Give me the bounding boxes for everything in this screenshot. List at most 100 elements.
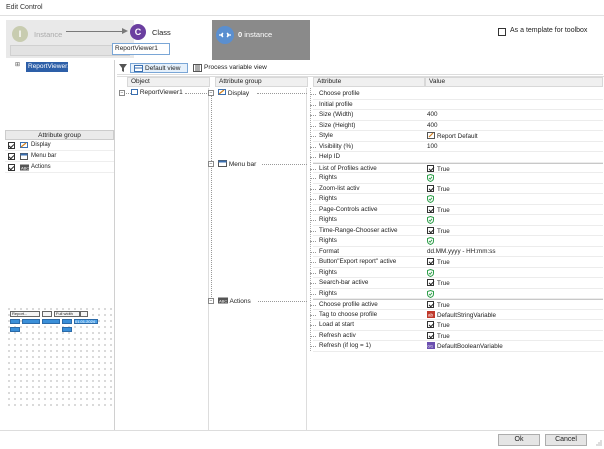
group-menubar-expander-icon[interactable]: − bbox=[208, 161, 214, 167]
group-display-expander-icon[interactable]: − bbox=[208, 90, 214, 96]
attribute-group-item-actions[interactable]: ABC Actions bbox=[5, 163, 114, 173]
attribute-row[interactable]: Size (Height) 400 bbox=[310, 121, 603, 131]
attribute-value[interactable] bbox=[427, 268, 434, 278]
display-icon bbox=[20, 142, 28, 149]
attribute-name: Rights bbox=[319, 237, 337, 244]
attribute-row[interactable]: Style Report Default bbox=[310, 131, 603, 142]
value-checkbox[interactable] bbox=[427, 164, 434, 172]
attribute-value[interactable] bbox=[427, 289, 434, 299]
attribute-row[interactable]: Rights bbox=[310, 173, 603, 184]
value-checkbox[interactable] bbox=[427, 321, 434, 328]
group-node-menubar[interactable]: Menu bar bbox=[218, 160, 256, 168]
attribute-value[interactable]: 400 bbox=[427, 122, 438, 129]
attribute-row[interactable]: Rights bbox=[310, 215, 603, 226]
cancel-button[interactable]: Cancel bbox=[545, 434, 587, 446]
column-header-object[interactable]: Object bbox=[127, 77, 210, 87]
attribute-group-item-menubar[interactable]: Menu bar bbox=[5, 152, 114, 162]
attribute-row[interactable]: Search-bar active True bbox=[310, 278, 603, 289]
object-node[interactable]: ReportViewer1 bbox=[131, 89, 183, 96]
attribute-row[interactable]: Tag to choose profile ab DefaultStringVari… bbox=[310, 310, 603, 320]
rights-shield-icon[interactable] bbox=[427, 216, 434, 224]
tree-item-selected[interactable]: ReportViewer1 bbox=[26, 62, 71, 72]
svg-text:0/1: 0/1 bbox=[428, 344, 434, 349]
attribute-row[interactable]: Zoom-list activ True bbox=[310, 184, 603, 194]
attribute-row[interactable]: Help ID bbox=[310, 152, 603, 163]
attribute-value[interactable]: True bbox=[427, 226, 450, 235]
group-node-display[interactable]: Display bbox=[218, 89, 249, 97]
display-checkbox[interactable] bbox=[8, 142, 15, 149]
attribute-value[interactable]: 0/1 DefaultBooleanVariable bbox=[427, 342, 503, 350]
wizard-step-count-instance[interactable]: 0 instance bbox=[212, 20, 310, 60]
attribute-row[interactable]: Choose profile active True bbox=[310, 299, 603, 310]
attribute-row[interactable]: List of Profiles active True bbox=[310, 162, 603, 173]
attribute-value[interactable]: 100 bbox=[427, 143, 438, 150]
ok-button[interactable]: Ok bbox=[498, 434, 540, 446]
attribute-row[interactable]: Button"Export report" active True bbox=[310, 257, 603, 268]
attribute-row[interactable]: Rights bbox=[310, 289, 603, 299]
group-actions-expander-icon[interactable]: − bbox=[208, 298, 214, 304]
class-name-input[interactable]: ReportViewer1 bbox=[112, 43, 170, 55]
tree-expander-icon[interactable]: ⊞ bbox=[15, 61, 20, 68]
column-header-attribute[interactable]: Attribute bbox=[313, 77, 425, 87]
attribute-value[interactable]: True bbox=[427, 331, 450, 340]
attribute-row[interactable]: Initial profile bbox=[310, 100, 603, 110]
attribute-value[interactable]: 400 bbox=[427, 111, 438, 118]
rights-shield-icon[interactable] bbox=[427, 289, 434, 298]
attribute-value[interactable] bbox=[427, 237, 434, 246]
filter-icon[interactable] bbox=[119, 64, 127, 72]
attribute-value-text: DefaultStringVariable bbox=[437, 311, 497, 319]
attribute-value[interactable]: True bbox=[427, 258, 450, 266]
template-checkbox[interactable] bbox=[498, 28, 506, 36]
value-checkbox[interactable] bbox=[427, 301, 434, 308]
object-expander-icon[interactable]: − bbox=[119, 90, 125, 96]
attribute-row[interactable]: Time-Range-Chooser active True bbox=[310, 226, 603, 236]
attribute-value-text: True bbox=[437, 259, 450, 266]
group-node-actions[interactable]: ABC Actions bbox=[218, 297, 251, 305]
rights-shield-icon[interactable] bbox=[427, 268, 434, 277]
attribute-row[interactable]: Rights bbox=[310, 236, 603, 247]
attribute-group-item-display[interactable]: Display bbox=[5, 141, 114, 151]
resize-grip-icon[interactable] bbox=[596, 440, 602, 446]
rights-shield-icon[interactable] bbox=[427, 237, 434, 245]
attribute-name: Button"Export report" active bbox=[319, 258, 397, 265]
attribute-row[interactable]: Rights bbox=[310, 194, 603, 205]
process-variable-view-button[interactable]: Process variable view bbox=[191, 63, 281, 73]
attribute-row[interactable]: Page-Controls active True bbox=[310, 205, 603, 215]
column-header-attribute-group[interactable]: Attribute group bbox=[215, 77, 308, 87]
actions-checkbox[interactable] bbox=[8, 164, 15, 171]
attribute-value[interactable] bbox=[427, 195, 434, 204]
attribute-value[interactable] bbox=[427, 216, 434, 225]
value-checkbox[interactable] bbox=[427, 279, 434, 286]
attribute-row[interactable]: Choose profile bbox=[310, 89, 603, 100]
attribute-row[interactable]: Refresh activ True bbox=[310, 331, 603, 341]
attribute-value[interactable] bbox=[427, 174, 434, 183]
process-view-icon bbox=[193, 64, 202, 72]
attribute-value[interactable]: True bbox=[427, 164, 450, 173]
attribute-row[interactable]: Visibility (%) 100 bbox=[310, 142, 603, 152]
value-checkbox[interactable] bbox=[427, 205, 434, 213]
column-header-value[interactable]: Value bbox=[425, 77, 603, 87]
default-view-button[interactable]: Default view bbox=[130, 63, 188, 73]
step-instance-label: Instance bbox=[34, 30, 63, 39]
attribute-row[interactable]: Size (Width) 400 bbox=[310, 110, 603, 121]
attribute-name: Size (Width) bbox=[319, 111, 354, 118]
attribute-value[interactable]: True bbox=[427, 205, 450, 214]
value-checkbox[interactable] bbox=[427, 258, 434, 265]
attribute-value[interactable]: True bbox=[427, 184, 450, 193]
value-checkbox[interactable] bbox=[427, 226, 434, 234]
attribute-row[interactable]: Format dd.MM.yyyy - HH:mm:ss bbox=[310, 247, 603, 257]
attribute-value[interactable]: Report Default bbox=[427, 132, 478, 140]
menubar-checkbox[interactable] bbox=[8, 153, 15, 160]
attribute-row[interactable]: Load at start True bbox=[310, 320, 603, 331]
rights-shield-icon[interactable] bbox=[427, 174, 434, 182]
attribute-value[interactable]: True bbox=[427, 279, 450, 287]
attribute-value[interactable]: ab DefaultStringVariable bbox=[427, 310, 497, 319]
value-checkbox[interactable] bbox=[427, 184, 434, 192]
attribute-value[interactable]: True bbox=[427, 321, 450, 329]
attribute-row[interactable]: Refresh (if log = 1) 0/1 DefaultBooleanVar… bbox=[310, 341, 603, 352]
value-checkbox[interactable] bbox=[427, 331, 434, 339]
attribute-row[interactable]: Rights bbox=[310, 268, 603, 278]
rights-shield-icon[interactable] bbox=[427, 195, 434, 203]
attribute-value[interactable]: True bbox=[427, 301, 450, 309]
attribute-value[interactable]: dd.MM.yyyy - HH:mm:ss bbox=[427, 248, 496, 255]
